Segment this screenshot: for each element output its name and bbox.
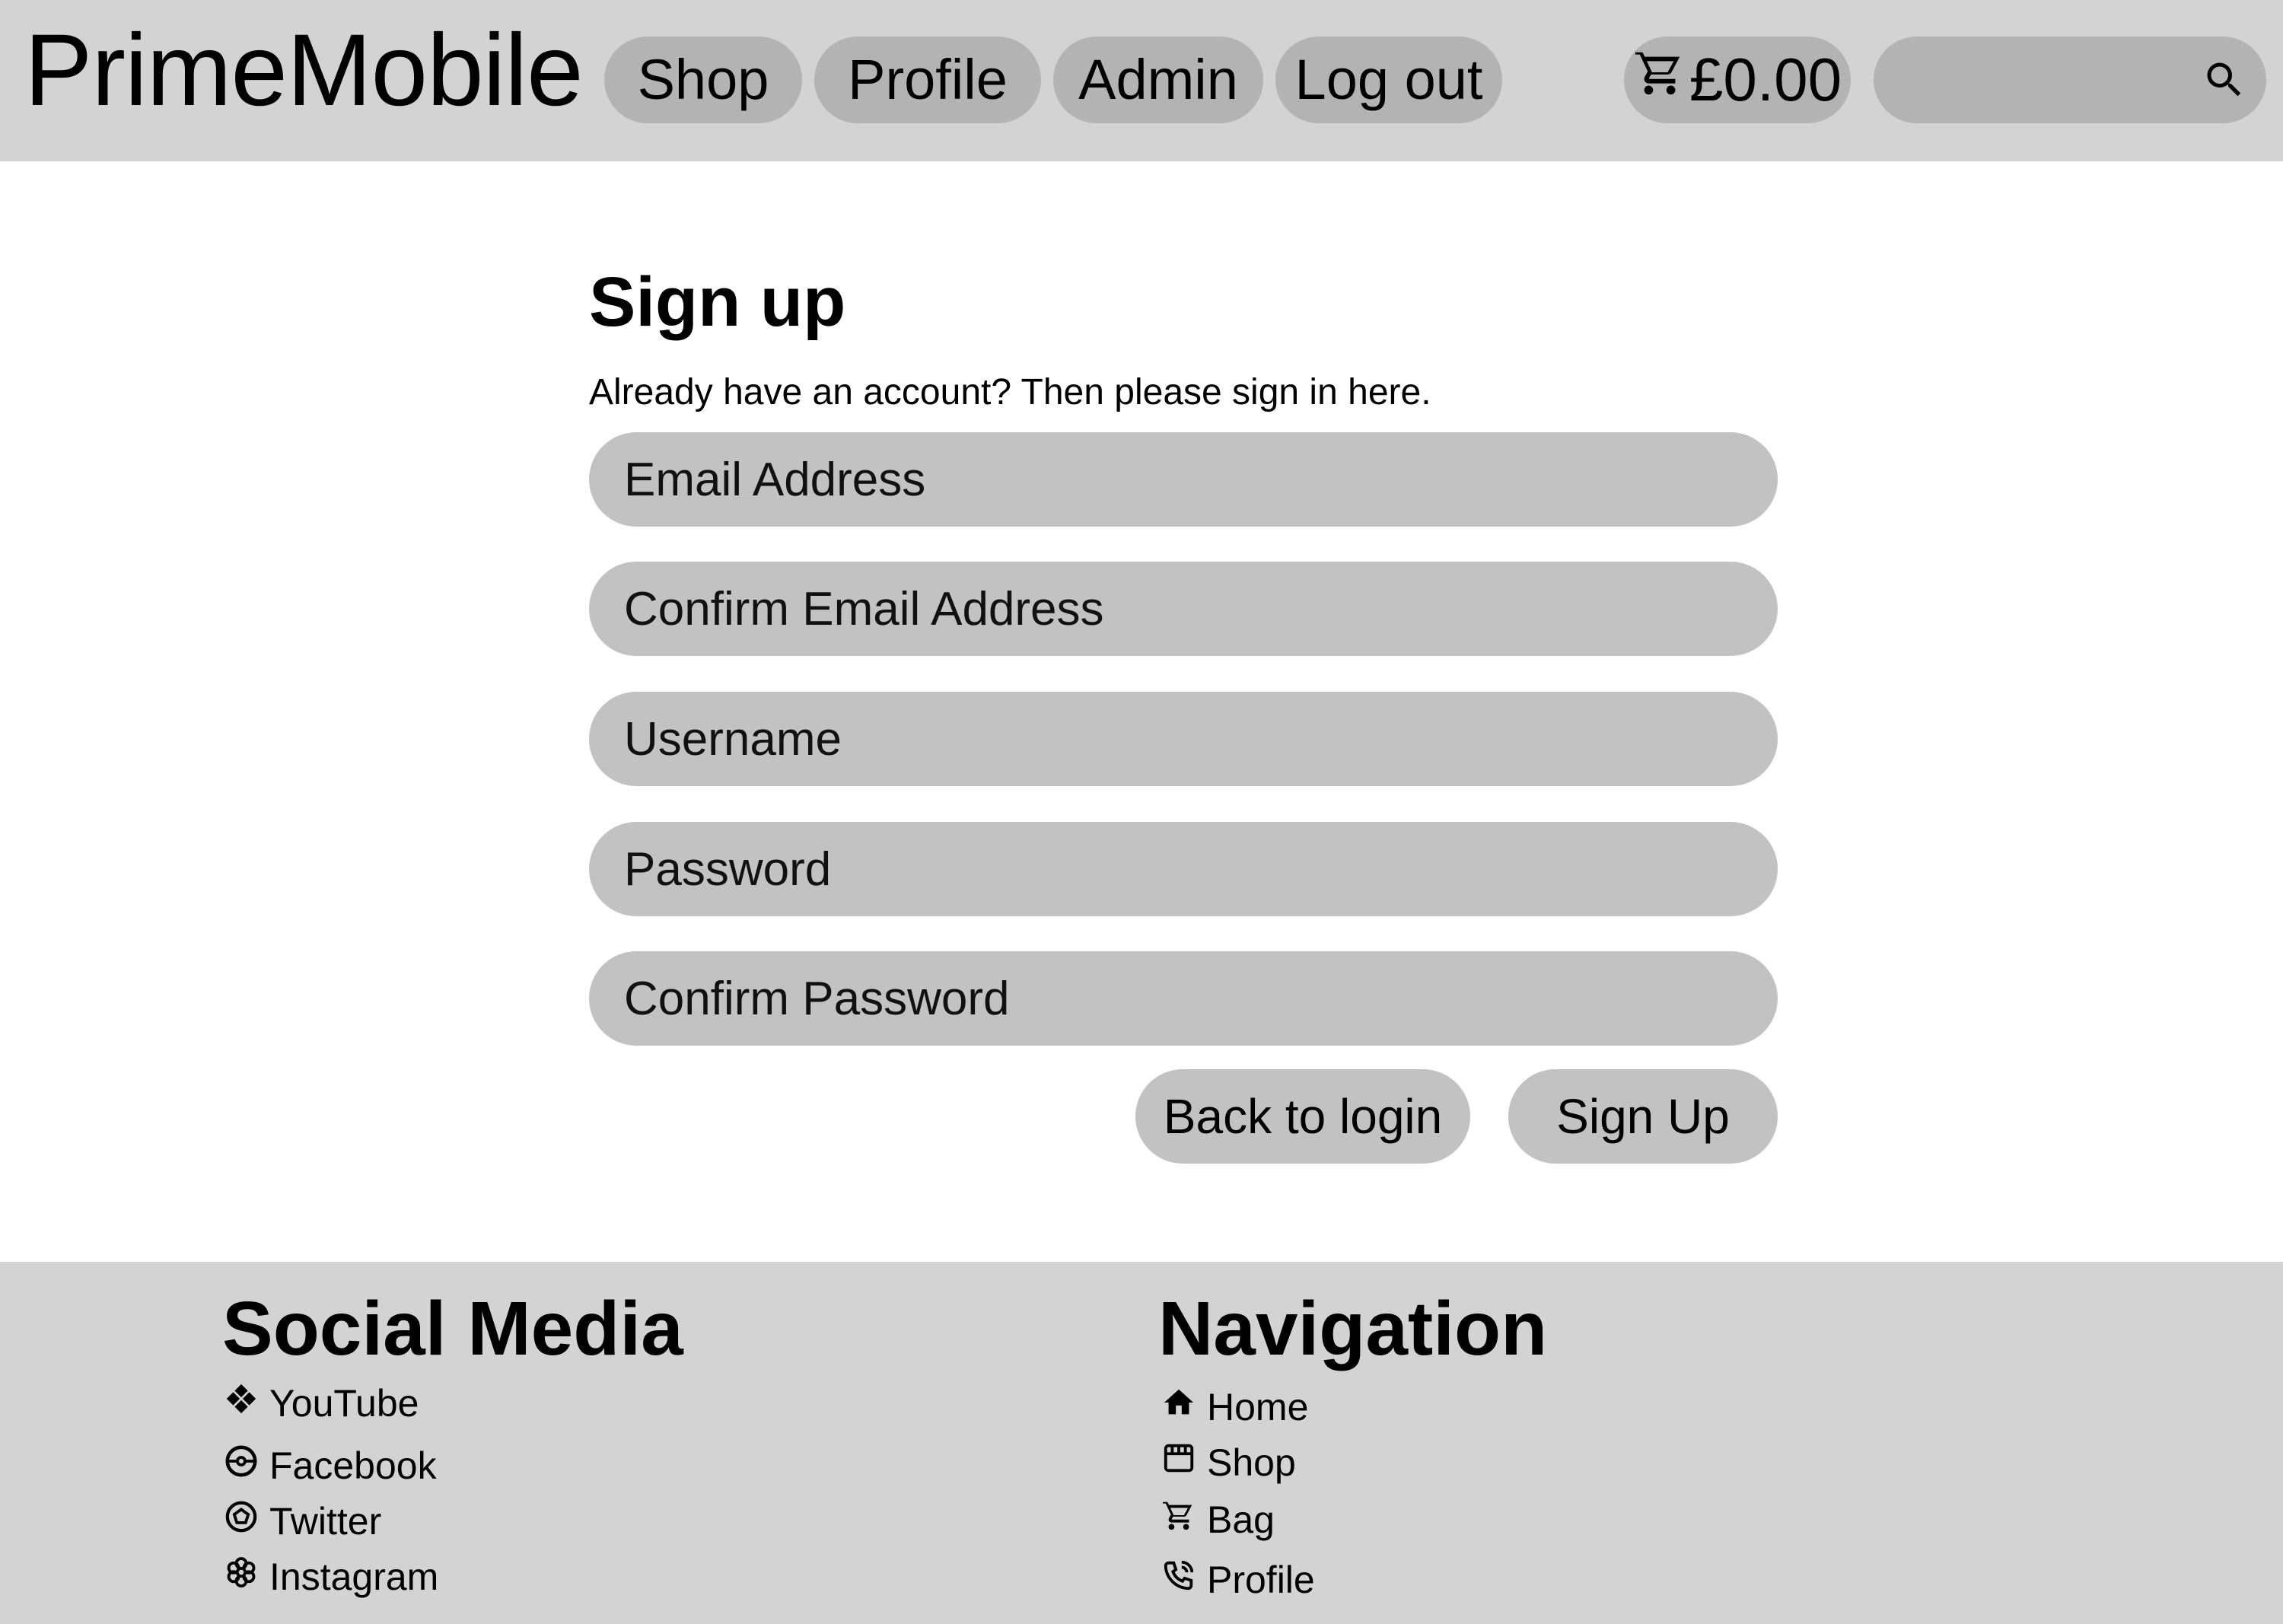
email-field-wrapper: [589, 432, 1778, 527]
nav-shop-button[interactable]: Shop: [604, 37, 802, 123]
cart-button[interactable]: £0.00: [1624, 37, 1851, 123]
cart-total: £0.00: [1689, 46, 1842, 113]
search-icon[interactable]: [2199, 55, 2250, 105]
sign-up-button[interactable]: Sign Up: [1508, 1069, 1778, 1164]
username-field[interactable]: [589, 692, 1778, 786]
back-to-login-button[interactable]: Back to login: [1135, 1069, 1470, 1164]
password-field-wrapper: [589, 822, 1778, 916]
footer-link-label: YouTube: [269, 1382, 419, 1425]
cart-icon: [1161, 1495, 1196, 1544]
email-field[interactable]: [589, 432, 1778, 527]
top-nav-bar: PrimeMobile Shop Profile Admin Log out £…: [0, 0, 2283, 161]
footer-link-label: Twitter: [269, 1500, 382, 1543]
footer-link-label: Shop: [1207, 1441, 1296, 1484]
footer-link-label: Home: [1207, 1386, 1309, 1428]
username-field-wrapper: [589, 692, 1778, 786]
page-title: Sign up: [589, 263, 846, 341]
confirm-email-field-wrapper: [589, 562, 1778, 656]
confirm-password-field[interactable]: [589, 951, 1778, 1046]
search-bar: [1874, 37, 2266, 123]
social-media-heading: Social Media: [222, 1286, 683, 1371]
footer-link-facebook[interactable]: Facebook: [224, 1441, 437, 1490]
footer-link-bag[interactable]: Bag: [1161, 1495, 1275, 1544]
footer-link-twitter[interactable]: Twitter: [224, 1497, 381, 1546]
store-icon: [1161, 1438, 1196, 1487]
instagram-icon: [224, 1552, 259, 1601]
footer-link-label: Profile: [1207, 1559, 1315, 1601]
footer-link-instagram[interactable]: Instagram: [224, 1552, 438, 1601]
footer-link-profile[interactable]: Profile: [1161, 1556, 1315, 1604]
nav-logout-button[interactable]: Log out: [1275, 37, 1502, 123]
footer-link-home[interactable]: Home: [1161, 1383, 1308, 1431]
search-input[interactable]: [1904, 37, 2193, 123]
footer-link-label: Facebook: [269, 1444, 437, 1487]
footer-link-label: Bag: [1207, 1498, 1275, 1541]
youtube-icon: [224, 1379, 259, 1428]
brand-logo[interactable]: PrimeMobile: [24, 14, 584, 128]
cart-icon: [1633, 37, 1686, 123]
navigation-heading: Navigation: [1158, 1286, 1548, 1371]
nav-admin-button[interactable]: Admin: [1053, 37, 1263, 123]
phone-icon: [1161, 1556, 1196, 1604]
signin-prompt[interactable]: Already have an account? Then please sig…: [589, 368, 1431, 417]
twitter-icon: [224, 1497, 259, 1546]
password-field[interactable]: [589, 822, 1778, 916]
confirm-email-field[interactable]: [589, 562, 1778, 656]
facebook-icon: [224, 1441, 259, 1490]
nav-profile-button[interactable]: Profile: [814, 37, 1041, 123]
footer-link-shop[interactable]: Shop: [1161, 1438, 1296, 1487]
home-icon: [1161, 1383, 1196, 1431]
confirm-password-field-wrapper: [589, 951, 1778, 1046]
footer-link-label: Instagram: [269, 1556, 439, 1598]
footer-link-youtube[interactable]: YouTube: [224, 1379, 419, 1428]
